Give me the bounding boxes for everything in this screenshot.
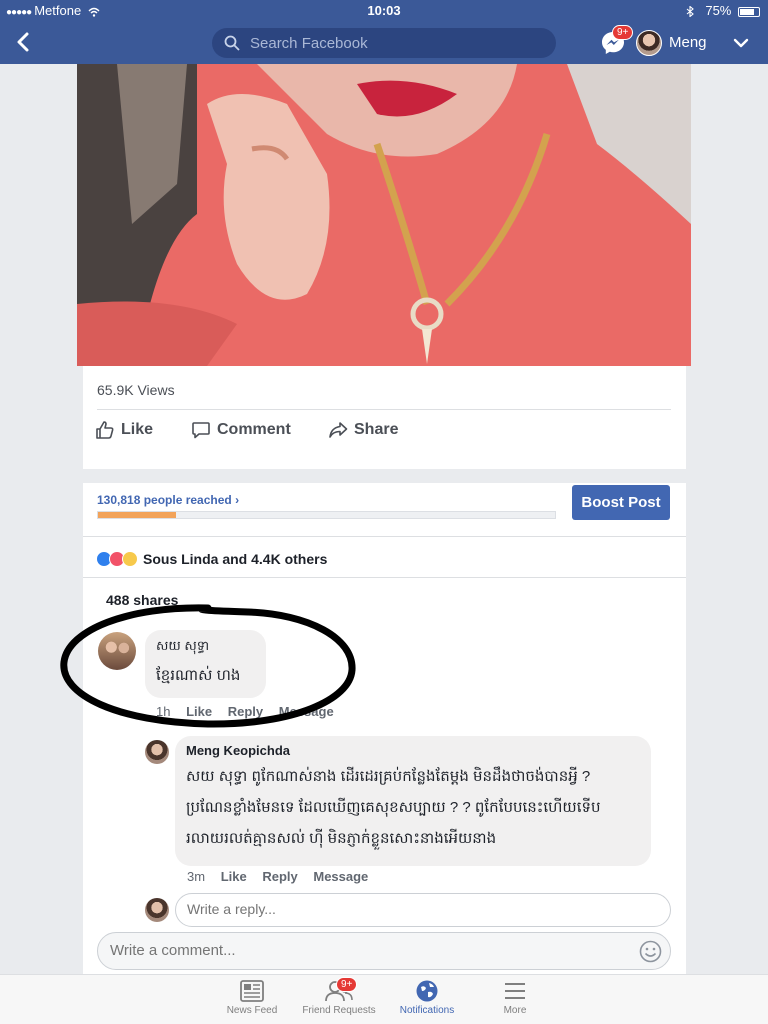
news-feed-icon <box>240 980 264 1002</box>
tab-label: More <box>503 1005 527 1016</box>
tab-friend-requests[interactable]: 9+ Friend Requests <box>294 977 384 1016</box>
thumbs-up-icon <box>96 421 114 439</box>
tab-notifications[interactable]: Notifications <box>382 979 472 1016</box>
messenger-badge: 9+ <box>612 25 634 40</box>
reply-field[interactable] <box>175 893 671 927</box>
view-count: 65.9K Views <box>97 382 175 398</box>
share-button[interactable]: Share <box>328 420 398 440</box>
battery-percent: 75% <box>705 3 732 18</box>
reply-time: 3m <box>187 869 206 884</box>
haha-reaction-icon <box>122 551 138 567</box>
reply-meta: 3m Like Reply Message <box>187 869 380 884</box>
bottom-nav: News Feed 9+ Friend Requests Notificatio… <box>0 974 768 1024</box>
my-reply-avatar <box>145 898 169 922</box>
like-button[interactable]: Like <box>95 420 153 440</box>
reach-progress-fill <box>98 512 176 518</box>
reach-progress-bar <box>97 511 556 519</box>
reply-reply-link[interactable]: Reply <box>262 869 297 884</box>
reactions-text: Sous Linda and 4.4K others <box>143 551 328 567</box>
like-label: Like <box>121 421 154 438</box>
divider <box>83 577 686 578</box>
tab-label: News Feed <box>226 1005 278 1016</box>
globe-icon <box>416 980 438 1002</box>
boost-post-button[interactable]: Boost Post <box>572 485 670 520</box>
search-icon <box>224 35 240 51</box>
comment-input[interactable] <box>110 942 610 959</box>
comment-text: ខ្មែរណាស់ ហង <box>156 667 241 684</box>
emoji-icon[interactable] <box>639 940 662 963</box>
chevron-down-icon[interactable] <box>731 33 751 53</box>
battery-icon <box>738 6 760 17</box>
bluetooth-icon <box>686 5 694 18</box>
comment-field[interactable] <box>97 932 671 970</box>
share-count[interactable]: 488 shares <box>106 592 178 608</box>
post-video[interactable] <box>77 64 691 366</box>
clock: 10:03 <box>367 3 401 18</box>
comment-meta: 1h Like Reply Message <box>156 704 346 719</box>
share-label: Share <box>354 421 399 438</box>
video-frame <box>77 64 691 366</box>
tab-news-feed[interactable]: News Feed <box>207 979 297 1016</box>
reply-author[interactable]: Meng Keopichda <box>186 743 290 758</box>
comment-like-link[interactable]: Like <box>186 704 212 719</box>
share-icon <box>329 422 348 438</box>
status-bar: ●●●●● Metfone 10:03 75% <box>0 0 768 22</box>
divider <box>83 536 686 537</box>
reactions-summary[interactable]: Sous Linda and 4.4K others <box>96 551 327 567</box>
comment-icon <box>192 422 210 439</box>
chevron-left-icon <box>17 32 29 52</box>
reply-message-link[interactable]: Message <box>313 869 368 884</box>
tab-more[interactable]: More <box>470 979 560 1016</box>
tab-label: Notifications <box>399 1005 455 1016</box>
people-reached-text: 130,818 people reached <box>97 493 232 507</box>
comment-message-link[interactable]: Message <box>279 704 334 719</box>
avatar[interactable] <box>636 30 662 56</box>
comment-button[interactable]: Comment <box>191 420 291 440</box>
reply-avatar[interactable] <box>145 740 169 764</box>
comment-avatar[interactable] <box>98 632 136 670</box>
comment-time: 1h <box>156 704 171 719</box>
comment-author[interactable]: សយ សុទ្ធា <box>156 638 209 657</box>
status-right: 75% <box>686 3 760 18</box>
reply-like-link[interactable]: Like <box>221 869 247 884</box>
chevron-right-icon: › <box>235 493 240 507</box>
tab-label: Friend Requests <box>302 1005 376 1016</box>
top-bar: ●●●●●Metfone 10:03 75% 9+ Meng <box>0 0 768 64</box>
friend-requests-badge: 9+ <box>336 977 358 992</box>
reply-input[interactable] <box>187 901 647 917</box>
menu-icon <box>505 983 525 999</box>
search-input[interactable] <box>250 32 540 54</box>
user-name[interactable]: Meng <box>669 34 707 51</box>
divider <box>97 409 671 410</box>
reply-text-line-3: រលាយរលត់គ្មានសល់ ហ៊ី មិនភ្ញាក់ខ្លួនសោះនា… <box>186 830 497 847</box>
reply-text-line-1: សយ សុទ្ធា ពូកែណាស់នាង ដើរដេរគ្រប់កន្លែងត… <box>186 768 591 785</box>
search-bar[interactable] <box>212 28 556 58</box>
messenger-button[interactable]: 9+ <box>600 25 634 56</box>
people-reached-link[interactable]: 130,818 people reached › <box>97 493 239 507</box>
reply-text-line-2: ប្រណែនខ្លាំងមែនទេ ដែលឃើញគេសុខសប្បាយ ? ? … <box>186 799 601 816</box>
comment-reply-link[interactable]: Reply <box>228 704 263 719</box>
comment-label: Comment <box>217 421 291 438</box>
section-separator <box>83 469 686 483</box>
back-button[interactable] <box>12 30 34 54</box>
